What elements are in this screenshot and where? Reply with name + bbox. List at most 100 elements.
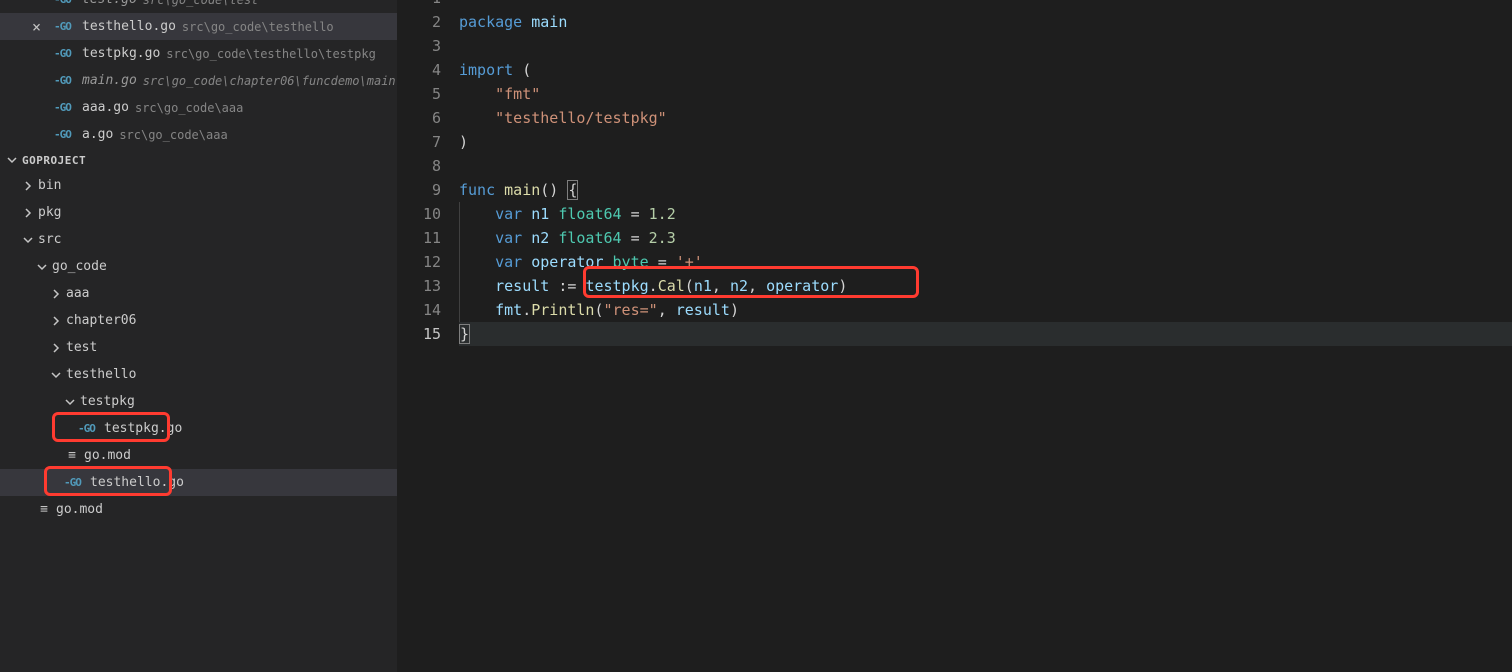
code-line[interactable]: package main [459, 10, 1512, 34]
open-editor-item[interactable]: × -GO testhello.go src\go_code\testhello [0, 13, 397, 40]
sidebar: -GO test.go src\go_code\test × -GO testhello.… [0, 0, 397, 672]
go-file-icon: -GO [64, 476, 86, 489]
tree-item-label: testhello [66, 367, 136, 382]
tree-item-label: testpkg [80, 394, 135, 409]
chevron-down-icon [6, 154, 18, 166]
file-icon: ≡ [64, 448, 80, 463]
tree-folder-item[interactable]: pkg [0, 199, 397, 226]
tree-item-label: aaa [66, 286, 89, 301]
tree-item-label: testhello.go [90, 475, 184, 490]
code-line[interactable] [459, 34, 1512, 58]
line-number[interactable]: 12 [397, 250, 441, 274]
tree-folder-item[interactable]: aaa [0, 280, 397, 307]
chevron-right-icon [22, 180, 34, 192]
open-editor-path: src\go_code\testhello [182, 20, 334, 34]
tree-item-label: src [38, 232, 61, 247]
code-line[interactable] [459, 0, 1512, 10]
line-number[interactable]: 1 [397, 0, 441, 10]
code-line[interactable]: result := testpkg.Cal(n1, n2, operator) [459, 274, 1512, 298]
file-tree: bin pkg src go_codeaaa chapter06 test testhell… [0, 172, 397, 523]
chevron-down-icon [64, 396, 76, 408]
open-editors-section: -GO test.go src\go_code\test × -GO testhello.… [0, 0, 397, 148]
project-name: GOPROJECT [22, 154, 86, 167]
tree-item-label: test [66, 340, 97, 355]
tree-folder-item[interactable]: testpkg [0, 388, 397, 415]
file-icon: ≡ [36, 502, 52, 517]
tree-item-label: pkg [38, 205, 61, 220]
tree-folder-item[interactable]: test [0, 334, 397, 361]
open-editor-path: src\go_code\aaa [135, 101, 243, 115]
line-number[interactable]: 4 [397, 58, 441, 82]
tree-item-label: go.mod [84, 448, 131, 463]
line-number[interactable]: 11 [397, 226, 441, 250]
tree-file-item[interactable]: ≡ go.mod [0, 496, 397, 523]
open-editor-item[interactable]: -GOa.gosrc\go_code\aaa [0, 121, 397, 148]
line-number[interactable]: 14 [397, 298, 441, 322]
tree-folder-item[interactable]: bin [0, 172, 397, 199]
open-editor-path: src\go_code\chapter06\funcdemo\main [143, 74, 396, 88]
code-line[interactable]: } [459, 322, 1512, 346]
tree-folder-item[interactable]: chapter06 [0, 307, 397, 334]
code-line[interactable]: var n1 float64 = 1.2 [459, 202, 1512, 226]
chevron-right-icon [22, 207, 34, 219]
line-number[interactable]: 5 [397, 82, 441, 106]
line-number[interactable]: 3 [397, 34, 441, 58]
tree-item-label: bin [38, 178, 61, 193]
tree-item-label: chapter06 [66, 313, 136, 328]
tree-file-item[interactable]: -GO testpkg.go [0, 415, 397, 442]
open-editor-item[interactable]: -GO test.go src\go_code\test [0, 0, 397, 13]
open-editor-filename: testpkg.go [82, 46, 160, 61]
open-editor-path: src\go_code\test [143, 0, 259, 7]
chevron-right-icon [50, 315, 62, 327]
line-number[interactable]: 8 [397, 154, 441, 178]
chevron-right-icon [50, 342, 62, 354]
line-number-gutter: 123456789101112131415 [397, 0, 459, 672]
chevron-right-icon [50, 288, 62, 300]
code-line[interactable] [459, 154, 1512, 178]
open-editor-filename: test.go [82, 0, 137, 7]
line-number[interactable]: 7 [397, 130, 441, 154]
line-number[interactable]: 6 [397, 106, 441, 130]
tree-item-label: go_code [52, 259, 107, 274]
open-editor-filename: testhello.go [82, 19, 176, 34]
open-editor-item[interactable]: -GO testpkg.go src\go_code\testhello\testp… [0, 40, 397, 67]
go-file-icon: -GO [54, 0, 76, 6]
go-file-icon: -GO [78, 422, 100, 435]
go-file-icon: -GO [54, 128, 76, 141]
code-line[interactable]: fmt.Println("res=", result) [459, 298, 1512, 322]
open-editor-item[interactable]: -GO aaa.go src\go_code\aaa [0, 94, 397, 121]
go-file-icon: -GO [54, 101, 76, 114]
tree-folder-item[interactable]: src [0, 226, 397, 253]
project-header[interactable]: GOPROJECT [0, 148, 397, 172]
line-number[interactable]: 15 [397, 322, 441, 346]
tree-item-label: testpkg.go [104, 421, 182, 436]
code-line[interactable]: "testhello/testpkg" [459, 106, 1512, 130]
code-line[interactable]: var n2 float64 = 2.3 [459, 226, 1512, 250]
go-file-icon: -GO [54, 20, 76, 33]
line-number[interactable]: 10 [397, 202, 441, 226]
code-line[interactable]: ) [459, 130, 1512, 154]
tree-folder-item[interactable]: testhello [0, 361, 397, 388]
tree-file-item[interactable]: -GO testhello.go [0, 469, 397, 496]
chevron-down-icon [36, 261, 48, 273]
code-line[interactable]: func main() { [459, 178, 1512, 202]
tree-file-item[interactable]: ≡ go.mod [0, 442, 397, 469]
code-content[interactable]: package main import ( "fmt" "testhello/te… [459, 0, 1512, 672]
close-icon[interactable]: × [32, 18, 41, 36]
open-editor-path: src\go_code\testhello\testpkg [166, 47, 376, 61]
code-line[interactable]: import ( [459, 58, 1512, 82]
open-editor-item[interactable]: -GOmain.gosrc\go_code\chapter06\funcdemo… [0, 67, 397, 94]
go-file-icon: -GO [54, 47, 76, 60]
line-number[interactable]: 9 [397, 178, 441, 202]
code-line[interactable]: "fmt" [459, 82, 1512, 106]
tree-folder-item[interactable]: go_code [0, 253, 397, 280]
tree-item-label: go.mod [56, 502, 103, 517]
line-number[interactable]: 2 [397, 10, 441, 34]
open-editor-filename: aaa.go [82, 100, 129, 115]
editor-area: 123456789101112131415 package mainimport… [397, 0, 1512, 672]
open-editor-filename: main.go [82, 73, 137, 88]
open-editor-filename: a.go [82, 127, 113, 142]
chevron-down-icon [50, 369, 62, 381]
line-number[interactable]: 13 [397, 274, 441, 298]
code-line[interactable]: var operator byte = '+' [459, 250, 1512, 274]
